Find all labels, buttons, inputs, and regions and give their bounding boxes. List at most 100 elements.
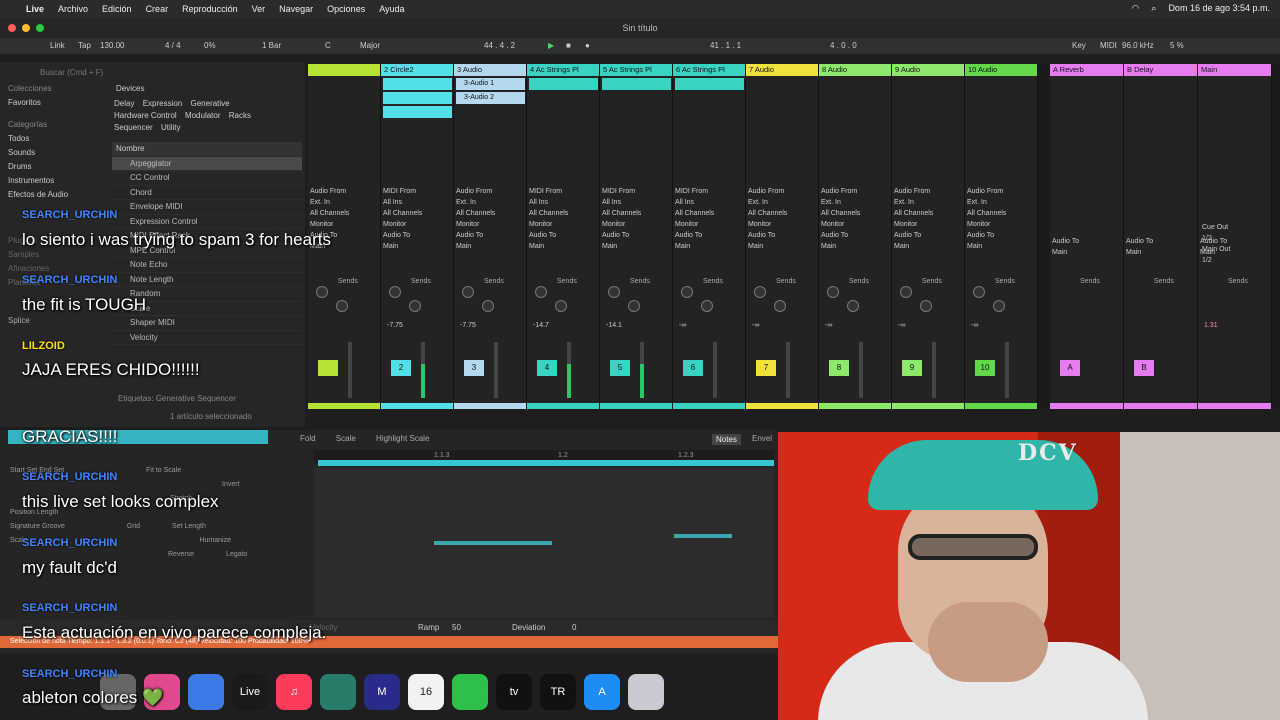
volume-readout[interactable]: -∞ [971,322,978,329]
menubar-clock[interactable]: Dom 16 de ago 3:54 p.m. [1168,3,1270,14]
io-label[interactable]: Main [967,241,1006,252]
tr-icon[interactable]: TR [540,674,576,710]
track-header[interactable]: 5 Ac Strings Pl [600,64,672,76]
io-label[interactable]: Audio From [456,186,495,197]
set-length-button[interactable]: Set Length [172,523,206,530]
io-label[interactable]: Main [894,241,933,252]
volume-readout[interactable]: -∞ [898,322,905,329]
track-io[interactable]: MIDI From All Ins All Channels Monitor Audio… [675,186,714,252]
track-header[interactable]: 2 Circle2 [381,64,453,76]
send-a-knob[interactable] [827,286,839,298]
key-select[interactable]: C [325,41,331,50]
filter-modulator[interactable]: Modulator [185,111,221,120]
send-b-knob[interactable] [920,300,932,312]
legato-button[interactable]: Legato [226,551,247,558]
loop-start[interactable]: 41 . 1 . 1 [710,41,741,50]
io-label[interactable]: Ext. In [310,197,349,208]
filter-generative[interactable]: Generative [191,99,230,108]
io-label[interactable]: Monitor [529,219,568,230]
list-item[interactable]: Expression Control [112,215,302,229]
volume-readout[interactable]: -∞ [679,322,686,329]
io-label[interactable]: Main [456,241,495,252]
chrome-icon[interactable] [188,674,224,710]
io-label[interactable]: All Channels [310,208,349,219]
favorites-item[interactable]: Favoritos [8,96,108,110]
io-label[interactable]: All Channels [383,208,422,219]
scale-select[interactable]: Major [360,41,380,50]
send-b-knob[interactable] [482,300,494,312]
send-a-knob[interactable] [535,286,547,298]
track-activator[interactable]: 4 [537,360,557,376]
track-io[interactable]: Audio From Ext. In All Channels Monitor Audi… [456,186,495,252]
max-icon[interactable]: M [364,674,400,710]
devices-dropdown[interactable]: Devices [116,84,144,93]
list-item[interactable]: Shaper MIDI [112,316,302,331]
volume-readout[interactable]: -7.75 [387,322,403,329]
io-label[interactable]: Main [383,241,422,252]
list-item[interactable]: Velocity [112,331,302,345]
reverse-button[interactable]: Reverse [168,551,194,558]
send-b-knob[interactable] [409,300,421,312]
track-activator[interactable]: 6 [683,360,703,376]
io-label[interactable]: All Channels [748,208,787,219]
record-icon[interactable]: ● [585,41,590,50]
stop-icon[interactable]: ■ [566,41,571,50]
fit-to-scale-button[interactable]: Fit to Scale [146,467,181,474]
io-label[interactable]: All Channels [675,208,714,219]
track-io[interactable]: Audio From Ext. In All Channels Monitor Audi… [967,186,1006,252]
io-label[interactable]: Main [748,241,787,252]
send-b-knob[interactable] [701,300,713,312]
send-b-knob[interactable] [555,300,567,312]
track-activator[interactable]: 10 [975,360,995,376]
io-label[interactable]: All Channels [529,208,568,219]
clip-slot[interactable] [529,78,598,90]
io-label[interactable]: Main [675,241,714,252]
music-icon[interactable]: ♫ [276,674,312,710]
tag-generative[interactable]: Generative [156,394,195,403]
io-label[interactable]: MIDI From [529,186,568,197]
io-label[interactable]: MIDI From [383,186,422,197]
io-label[interactable]: Audio To [894,230,933,241]
track-activator[interactable] [318,360,338,376]
clip-slot[interactable] [383,92,452,104]
io-label[interactable]: All Ins [675,197,714,208]
link-button[interactable]: Link [50,41,65,50]
track-activator[interactable]: 9 [902,360,922,376]
io-label[interactable]: Audio To [1052,236,1079,247]
send-a-knob[interactable] [389,286,401,298]
io-label[interactable]: Audio To [821,230,860,241]
track-activator[interactable]: 8 [829,360,849,376]
song-position[interactable]: 44 . 4 . 2 [484,41,515,50]
volume-readout[interactable]: -14.7 [533,322,549,329]
ableton-live-icon[interactable]: Live [232,674,268,710]
tap-button[interactable]: Tap [78,41,91,50]
io-label[interactable]: Main [602,241,641,252]
category-instrumentos[interactable]: Instrumentos [8,174,108,188]
humanize-button[interactable]: Humanize [199,537,231,544]
loop-length[interactable]: 4 . 0 . 0 [830,41,857,50]
io-label[interactable]: MIDI From [675,186,714,197]
send-b-knob[interactable] [628,300,640,312]
send-b-knob[interactable] [774,300,786,312]
notes-tab[interactable]: Notes [712,434,741,445]
io-label[interactable]: All Channels [821,208,860,219]
midi-note[interactable] [434,541,552,545]
track-io[interactable]: Audio From Ext. In All Channels Monitor Audi… [894,186,933,252]
io-label[interactable]: Audio To [456,230,495,241]
io-label[interactable]: Main [1052,247,1079,258]
track-activator[interactable]: 3 [464,360,484,376]
menu-navegar[interactable]: Navegar [279,4,313,14]
menu-app[interactable]: Live [26,4,44,14]
io-label[interactable]: Main [1126,247,1153,258]
io-label[interactable]: All Ins [529,197,568,208]
send-b-knob[interactable] [993,300,1005,312]
io-label[interactable]: Audio To [383,230,422,241]
main-volume[interactable]: 1.31 [1204,322,1218,329]
search-icon[interactable]: ⌕ [1151,3,1156,14]
list-item[interactable]: Chord [112,186,302,200]
clip-slot[interactable] [602,78,671,90]
return-track-header[interactable]: A Reverb [1050,64,1123,76]
volume-readout[interactable]: -7.75 [460,322,476,329]
io-label[interactable]: All Channels [967,208,1006,219]
track-activator[interactable]: 2 [391,360,411,376]
